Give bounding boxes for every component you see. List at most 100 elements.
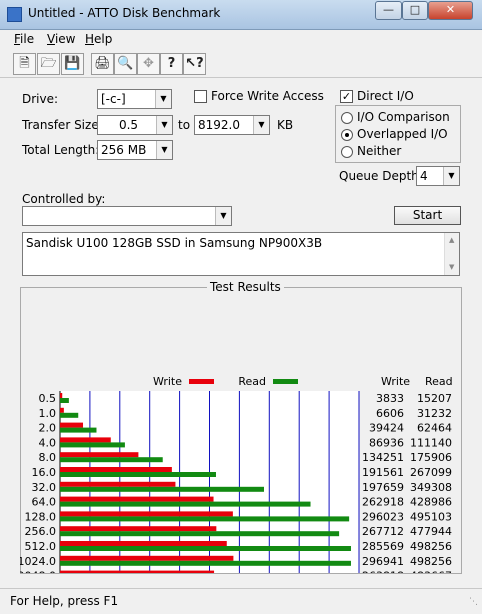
save-button[interactable]: 💾	[61, 53, 84, 75]
checkmark-icon: ✓	[341, 90, 352, 103]
read-bar	[60, 457, 163, 463]
app-icon	[7, 7, 22, 22]
read-value: 498256	[410, 540, 452, 553]
io-comparison-label: I/O Comparison	[357, 110, 450, 124]
write-bar	[60, 481, 176, 487]
legend-read-label: Read	[238, 375, 266, 388]
category-label: 128.0	[25, 510, 57, 523]
menu-file[interactable]: File	[14, 32, 34, 46]
force-write-checkbox[interactable]	[194, 90, 207, 103]
chevron-down-icon: ▼	[253, 116, 269, 134]
write-value: 134251	[362, 451, 404, 464]
title-bar: Untitled - ATTO Disk Benchmark — □ ✕	[0, 0, 482, 30]
move-button[interactable]: ✥	[137, 53, 160, 75]
write-bar	[60, 496, 214, 502]
legend-write-swatch	[189, 379, 214, 384]
write-bar	[60, 541, 227, 546]
menu-view[interactable]: View	[47, 32, 75, 46]
read-value: 349308	[410, 481, 452, 494]
category-label: 32.0	[32, 481, 57, 494]
io-comparison-radio[interactable]	[341, 112, 353, 124]
neither-radio[interactable]	[341, 146, 353, 158]
open-button[interactable]: 🗁	[37, 53, 60, 75]
read-bar	[60, 516, 350, 522]
kb-label: KB	[277, 118, 294, 132]
chevron-down-icon: ▼	[155, 90, 171, 108]
save-icon: 💾	[64, 56, 81, 71]
resize-grip-icon[interactable]: ⋱	[469, 597, 478, 607]
read-bar	[60, 560, 351, 566]
status-bar: For Help, press F1 ⋱	[0, 588, 482, 614]
to-label: to	[178, 118, 191, 132]
read-value: 31232	[417, 407, 452, 420]
write-value: 191561	[362, 466, 404, 479]
description-textarea[interactable]: Sandisk U100 128GB SSD in Samsung NP900X…	[22, 232, 460, 276]
write-bar	[60, 407, 64, 413]
write-bar	[60, 511, 233, 517]
write-bar	[60, 570, 215, 573]
category-label: 2048.0	[20, 570, 56, 573]
write-value: 296023	[362, 510, 404, 523]
write-value: 6606	[376, 407, 404, 420]
write-value: 86936	[369, 436, 404, 449]
category-label: 2.0	[39, 422, 57, 435]
queue-depth-label: Queue Depth:	[339, 169, 423, 183]
description-scrollbar[interactable]: ▲ ▼	[444, 233, 459, 275]
category-label: 4.0	[39, 436, 57, 449]
help-button[interactable]: ?	[160, 53, 183, 75]
context-help-button[interactable]: ↖?	[183, 53, 206, 75]
transfer-to-select[interactable]: 8192.0 ▼	[194, 115, 270, 135]
direct-io-checkbox[interactable]: ✓	[340, 90, 353, 103]
total-length-select[interactable]: 256 MB ▼	[97, 140, 173, 160]
read-value: 175906	[410, 451, 452, 464]
drive-select[interactable]: [-c-] ▼	[97, 89, 172, 109]
write-value: 263818	[362, 570, 404, 573]
write-value: 267712	[362, 525, 404, 538]
write-bar	[60, 526, 217, 532]
write-value: 3833	[376, 392, 404, 405]
minimize-icon: —	[383, 3, 394, 16]
queue-depth-select[interactable]: 4 ▼	[416, 166, 460, 186]
category-label: 0.5	[39, 392, 57, 405]
drive-label: Drive:	[22, 92, 59, 106]
new-file-button[interactable]: 🗎	[13, 53, 36, 75]
menu-help[interactable]: Help	[85, 32, 112, 46]
write-bar	[60, 452, 139, 458]
start-button[interactable]: Start	[394, 206, 461, 225]
overlapped-io-radio[interactable]	[341, 129, 353, 141]
move-icon: ✥	[143, 56, 154, 71]
category-label: 8.0	[39, 451, 57, 464]
read-bar	[60, 486, 264, 492]
category-label: 1024.0	[20, 555, 56, 568]
chevron-down-icon: ▼	[215, 207, 231, 225]
print-preview-button[interactable]: 🔍	[114, 53, 137, 75]
maximize-button[interactable]: □	[402, 1, 428, 20]
force-write-label: Force Write Access	[211, 89, 324, 103]
status-text: For Help, press F1	[10, 594, 119, 608]
scroll-up-icon: ▲	[449, 236, 455, 244]
write-bar	[60, 393, 63, 398]
controlled-by-select[interactable]: ▼	[22, 206, 232, 226]
read-value: 477944	[410, 525, 452, 538]
read-value: 62464	[417, 422, 452, 435]
read-column-header: Read	[425, 375, 453, 388]
write-bar	[60, 422, 84, 428]
new-file-icon: 🗎	[19, 56, 30, 71]
read-bar	[60, 531, 340, 537]
read-value: 111140	[410, 436, 452, 449]
read-bar	[60, 546, 351, 551]
print-button[interactable]: 🖨	[91, 53, 114, 75]
category-label: 1.0	[39, 407, 57, 420]
print-icon: 🖨	[94, 56, 111, 71]
close-button[interactable]: ✕	[428, 1, 473, 20]
read-value: 498256	[410, 555, 452, 568]
write-value: 197659	[362, 481, 404, 494]
category-label: 256.0	[25, 525, 57, 538]
transfer-from-select[interactable]: 0.5 ▼	[97, 115, 173, 135]
legend-read-swatch	[273, 379, 298, 384]
menu-bar: File View Help	[0, 30, 482, 50]
category-label: 512.0	[25, 540, 57, 553]
write-bar	[60, 437, 111, 443]
category-label: 16.0	[32, 466, 57, 479]
minimize-button[interactable]: —	[375, 1, 402, 20]
